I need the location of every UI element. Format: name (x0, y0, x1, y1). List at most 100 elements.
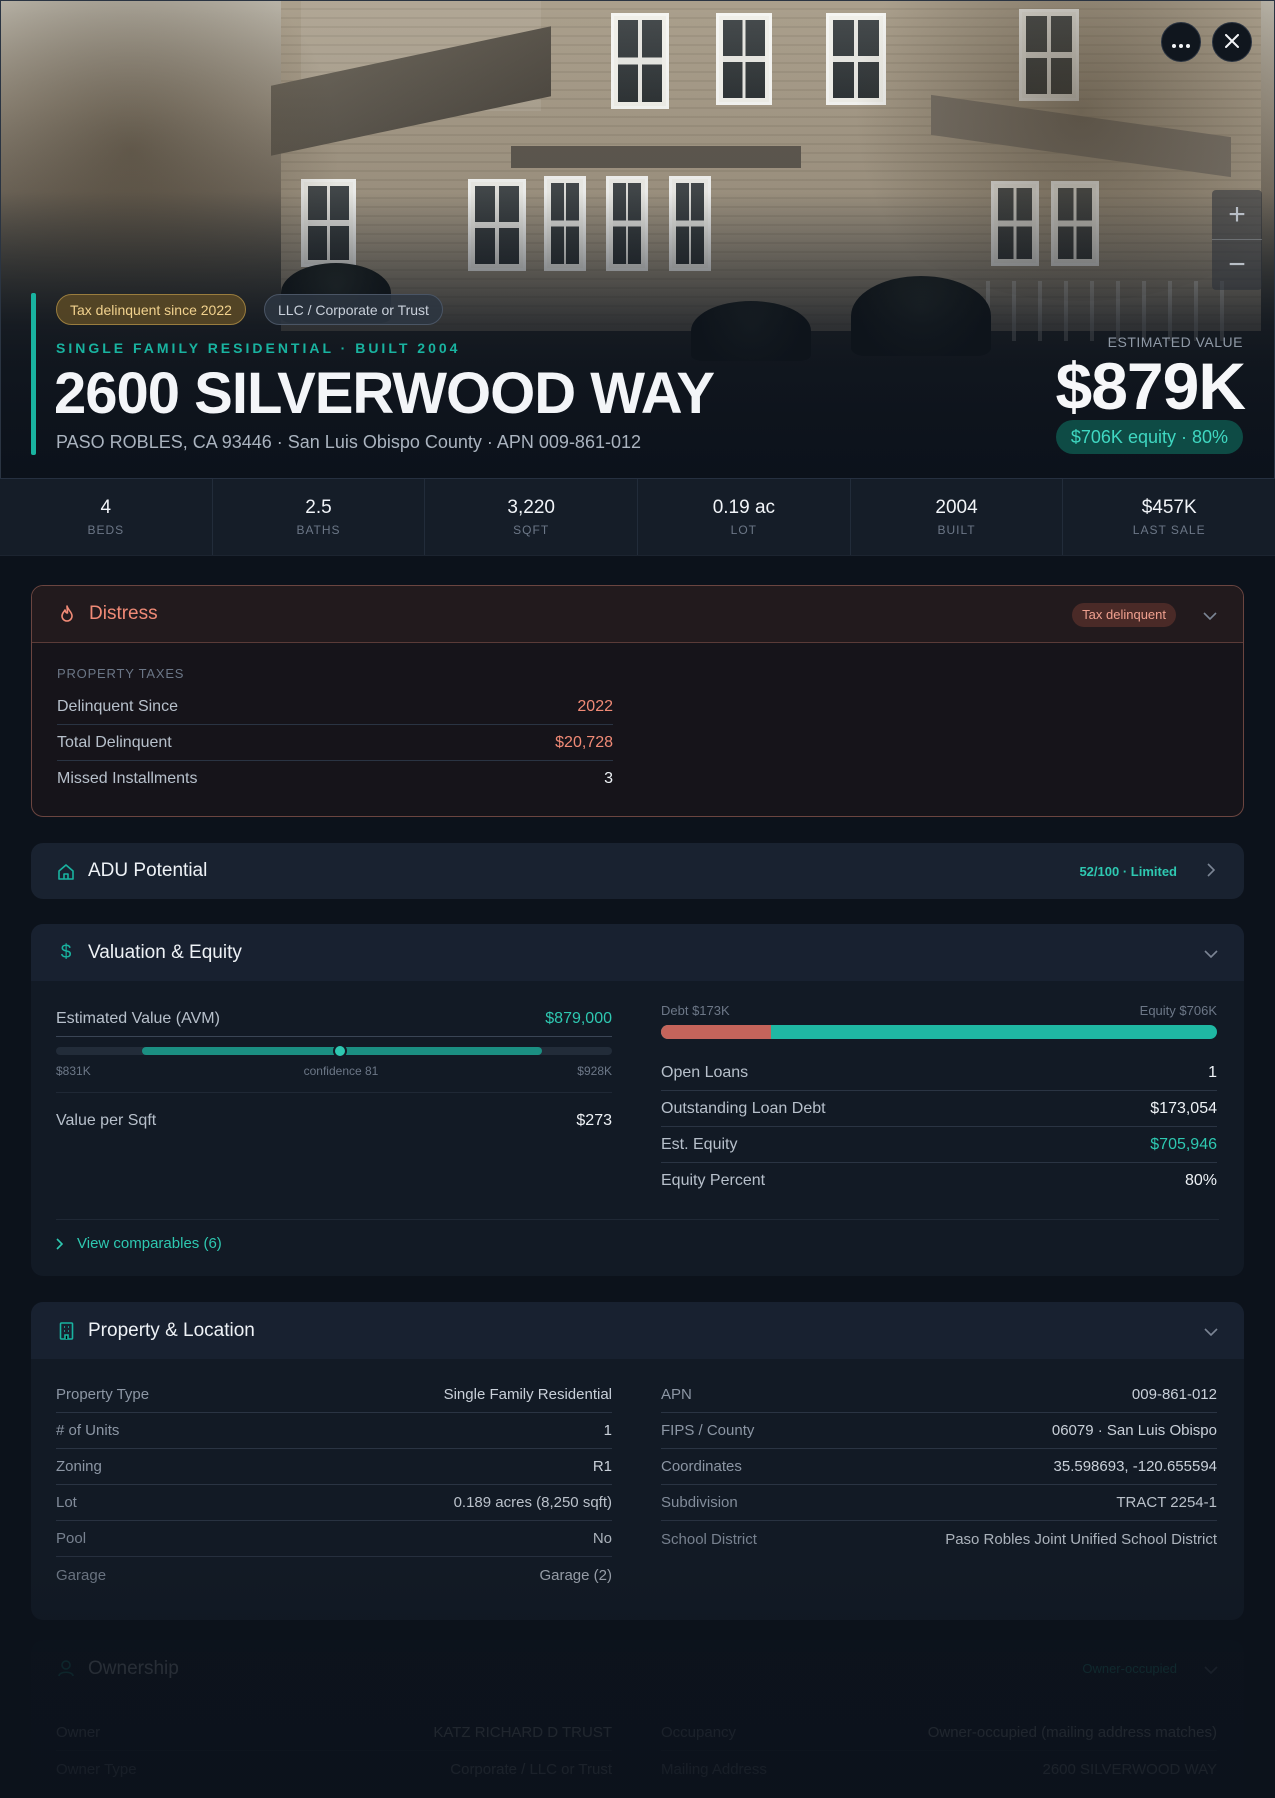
tax-row: Missed Installments 3 (57, 761, 613, 797)
stat-label: LOT (730, 523, 758, 537)
loan-row: Outstanding Loan Debt $173,054 (661, 1091, 1217, 1127)
chevron-down-icon[interactable] (1203, 1661, 1219, 1677)
property-row-value: Paso Robles Joint Unified School Distric… (945, 1530, 1217, 1548)
occupancy-badge: Owner-occupied (1082, 1661, 1177, 1676)
property-row-value: Single Family Residential (443, 1386, 612, 1403)
equity-label: Equity $706K (1139, 1003, 1217, 1018)
view-comparables-link[interactable]: View comparables (6) (56, 1235, 222, 1252)
debt-portion (661, 1025, 771, 1039)
tax-row: Delinquent Since 2022 (57, 689, 613, 725)
distress-header[interactable]: Distress Tax delinquent (32, 586, 1243, 643)
property-row-label: Pool (56, 1530, 87, 1547)
property-row: Property Type Single Family Residential (56, 1377, 612, 1413)
range-low-label: $831K (56, 1064, 91, 1078)
stat-value: 2004 (935, 497, 978, 518)
adu-header[interactable]: ADU Potential 52/100 · Limited (31, 843, 1244, 899)
ownership-card: Ownership Owner-occupied Owner KATZ RICH… (31, 1640, 1244, 1798)
stat-label: LAST SALE (1132, 523, 1206, 537)
tax-row-label: Missed Installments (57, 770, 198, 787)
valuation-title: Valuation & Equity (88, 941, 242, 963)
value-per-sqft-label: Value per Sqft (56, 1112, 157, 1129)
property-row: School District Paso Robles Joint Unified… (661, 1521, 1217, 1557)
more-options-button[interactable] (1161, 22, 1201, 62)
distress-title: Distress (89, 603, 158, 624)
property-row-value: 1 (603, 1422, 612, 1439)
more-horizontal-icon (1172, 32, 1190, 53)
owner-row-value: Owner-occupied (mailing address matches) (927, 1724, 1217, 1741)
property-row: FIPS / County 06079 · San Luis Obispo (661, 1413, 1217, 1449)
adu-title: ADU Potential (88, 860, 208, 881)
stats-bar: 4 BEDS 2.5 BATHS 3,220 SQFT 0.19 ac LOT 2004… (0, 478, 1275, 556)
stat-sqft: 3,220 SQFT (425, 479, 639, 555)
chevron-right-icon (56, 1237, 63, 1250)
map-zoom-control: + − (1212, 190, 1262, 290)
stat-built: 2004 BUILT (851, 479, 1064, 555)
property-row: APN 009-861-012 (661, 1377, 1217, 1413)
stat-label: BUILT (937, 523, 976, 537)
flame-icon (57, 604, 77, 624)
property-row: Lot 0.189 acres (8,250 sqft) (56, 1485, 612, 1521)
home-icon (56, 861, 76, 881)
property-row: Zoning R1 (56, 1449, 612, 1485)
loan-row-label: Equity Percent (661, 1172, 766, 1189)
owner-row-label: Occupancy (661, 1724, 737, 1741)
ownership-header[interactable]: Ownership Owner-occupied (31, 1640, 1244, 1697)
property-row-label: Garage (56, 1566, 107, 1584)
valuation-header[interactable]: $ Valuation & Equity (31, 924, 1244, 981)
owner-row-label: Owner (56, 1724, 101, 1741)
stat-value: 3,220 (507, 497, 555, 518)
avm-confidence-range (56, 1044, 612, 1058)
loan-row-label: Open Loans (661, 1063, 749, 1081)
property-row-value: 35.598693, -120.655594 (1053, 1458, 1217, 1475)
chevron-down-icon[interactable] (1203, 945, 1219, 961)
adu-score-badge: 52/100 · Limited (1079, 864, 1177, 879)
property-address: PASO ROBLES, CA 93446 · San Luis Obispo … (56, 432, 641, 452)
owner-row: Occupancy Owner-occupied (mailing addres… (661, 1715, 1217, 1751)
property-taxes-label: PROPERTY TAXES (57, 666, 185, 681)
property-location-header[interactable]: Property & Location (31, 1302, 1244, 1359)
property-row-label: Property Type (56, 1386, 150, 1403)
property-row-value: Garage (2) (539, 1566, 612, 1584)
stat-value: $457K (1141, 497, 1197, 518)
property-location-title: Property & Location (88, 1319, 255, 1341)
close-button[interactable] (1212, 22, 1252, 62)
owner-row-value: Corporate / LLC or Trust (450, 1760, 612, 1778)
zoom-in-button[interactable]: + (1212, 190, 1262, 240)
distress-badge: Tax delinquent (1072, 602, 1176, 627)
owner-row-value: 2600 SILVERWOOD WAY (1042, 1760, 1218, 1778)
property-row-label: School District (661, 1530, 757, 1548)
tax-row-value: 2022 (577, 697, 613, 715)
loan-row-value: 80% (1184, 1172, 1217, 1189)
property-row-label: # of Units (56, 1422, 120, 1439)
property-row: # of Units 1 (56, 1413, 612, 1449)
tax-row-value: $20,728 (555, 733, 613, 751)
property-row-value: R1 (592, 1458, 612, 1475)
user-icon (56, 1659, 76, 1679)
chevron-down-icon[interactable] (1203, 1323, 1219, 1339)
property-location-card: Property & Location Property Type Single … (31, 1302, 1244, 1620)
stat-lot: 0.19 ac LOT (638, 479, 851, 555)
owner-row: Owner Type Corporate / LLC or Trust (56, 1751, 612, 1787)
loan-row: Est. Equity $705,946 (661, 1127, 1217, 1163)
tax-delinquent-chip: Tax delinquent since 2022 (56, 294, 246, 325)
value-per-sqft-row: Value per Sqft $273 (56, 1103, 612, 1139)
confidence-label: confidence 81 (303, 1064, 379, 1078)
chevron-down-icon[interactable] (1202, 607, 1218, 623)
stat-value: 0.19 ac (712, 497, 776, 518)
avm-label: Estimated Value (AVM) (56, 1009, 220, 1027)
property-row-label: Subdivision (661, 1494, 738, 1511)
adu-card[interactable]: ADU Potential 52/100 · Limited (31, 843, 1244, 899)
loan-row: Equity Percent 80% (661, 1163, 1217, 1199)
loan-row-label: Est. Equity (661, 1135, 738, 1153)
debt-equity-bar (661, 1025, 1217, 1039)
equity-pill: $706K equity · 80% (1055, 420, 1243, 454)
property-subtitle: SINGLE FAMILY RESIDENTIAL · BUILT 2004 (56, 340, 461, 356)
stat-value: 4 (100, 497, 112, 518)
close-icon (1225, 32, 1239, 53)
property-row-label: APN (661, 1386, 692, 1403)
property-row-value: 009-861-012 (1131, 1386, 1217, 1403)
owner-row: Mailing Address 2600 SILVERWOOD WAY (661, 1751, 1217, 1787)
range-high-label: $928K (577, 1064, 612, 1078)
chevron-right-icon[interactable] (1203, 863, 1219, 880)
zoom-out-button[interactable]: − (1212, 240, 1262, 290)
